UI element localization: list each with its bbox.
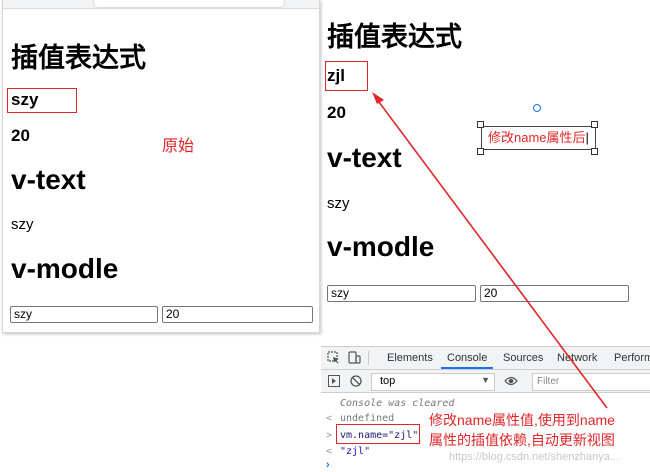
annotation-arrow (372, 92, 608, 409)
